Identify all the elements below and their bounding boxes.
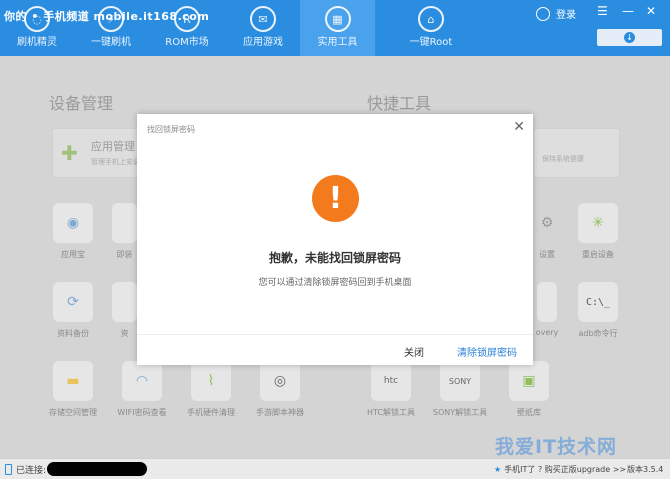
tile-sony-unlock[interactable]: SONY SONY解锁工具	[430, 361, 490, 418]
nav-label: ROM市场	[165, 37, 209, 48]
close-icon[interactable]: ✕	[513, 119, 525, 135]
tile-label: 手游脚本神器	[256, 408, 304, 417]
sony-icon: SONY	[440, 361, 480, 401]
tile-wallpaper[interactable]: ▣ 壁纸库	[499, 361, 559, 418]
login-label: 登录	[556, 10, 576, 21]
close-button[interactable]: 关闭	[404, 344, 424, 359]
card-title: 应用管理	[91, 140, 135, 153]
dialog-message: 抱歉，未能找回锁屏密码	[268, 251, 401, 265]
exclamation-icon: !	[312, 175, 359, 222]
tile-game-script[interactable]: ◎ 手游脚本神器	[250, 361, 310, 418]
tile-install[interactable]: 即装	[112, 203, 137, 260]
tile-label: HTC解锁工具	[366, 408, 416, 417]
card-subtitle: 保持系统健康	[542, 155, 584, 163]
tile-label: overy	[535, 328, 559, 337]
card-subtitle: 管理手机上安装	[91, 158, 140, 166]
status-bar: 已连接: ★ 手机IT了 ? 购买正版upgrade >> 版本3.5.4	[0, 458, 670, 479]
settings-icon: ⚙	[540, 215, 554, 231]
user-icon	[536, 6, 550, 21]
tile-adb[interactable]: C:\_ adb命令行	[568, 282, 628, 339]
tile-wifi[interactable]: ◠ WIFI密码查看	[112, 361, 172, 418]
nav-label: 一键刷机	[91, 37, 131, 48]
recover-lock-password-dialog: 找回锁屏密码 ✕ ! 抱歉，未能找回锁屏密码 您可以通过清除锁屏密码回到手机桌面…	[137, 114, 533, 365]
star-icon: ★	[494, 465, 502, 474]
tile-recovery[interactable]: overy	[533, 282, 561, 337]
nav-item-apps-games[interactable]: ✉ 应用游戏	[226, 0, 300, 56]
tile-app-store[interactable]: ◉ 应用宝	[43, 203, 103, 260]
dialog-title: 找回锁屏密码	[147, 125, 195, 134]
tile-label: 即装	[116, 250, 133, 259]
status-right-text: 手机IT了 ? 购买正版upgrade >>	[504, 465, 627, 474]
nav-item-utilities[interactable]: ▦ 实用工具	[300, 0, 375, 56]
nav-label: 实用工具	[317, 37, 358, 48]
download-button[interactable]: ↓	[597, 29, 662, 46]
recovery-icon	[537, 282, 557, 322]
terminal-icon: C:\_	[578, 282, 618, 322]
tile-cleanup[interactable]: ⌇ 手机硬件清理	[181, 361, 241, 418]
dialog-footer: 关闭 清除锁屏密码	[137, 334, 533, 365]
top-nav-bar: ◌ 刷机精灵 ⚡ 一键刷机 R ROM市场 ✉ 应用游戏 ▦ 实用工具 ⌂ 一键…	[0, 0, 670, 56]
minimize-icon[interactable]: —	[622, 4, 634, 18]
broom-icon: ⌇	[191, 361, 231, 401]
tile-label: 资	[120, 329, 129, 338]
nav-label: 刷机精灵	[17, 37, 57, 48]
tile-restore[interactable]: 资	[112, 282, 137, 339]
version-label: 版本3.5.4	[627, 465, 664, 474]
close-window-icon[interactable]: ✕	[646, 4, 656, 18]
tile-label: 手机硬件清理	[187, 408, 235, 417]
nav-item-one-key-root[interactable]: ⌂ 一键Root	[375, 0, 487, 56]
restart-icon: ✳	[578, 203, 618, 243]
tile-label: 存储空间管理	[49, 408, 97, 417]
clear-lock-password-button[interactable]: 清除锁屏密码	[457, 344, 517, 359]
tile-htc-unlock[interactable]: htc HTC解锁工具	[361, 361, 421, 418]
phone-icon	[5, 464, 12, 475]
image-icon: ▣	[509, 361, 549, 401]
install-icon	[112, 203, 137, 243]
brand-watermark: 我爱IT技术网	[495, 436, 618, 458]
tile-label: 壁纸库	[517, 408, 541, 417]
app-management-card[interactable]: ✚ 应用管理 管理手机上安装	[52, 128, 142, 178]
tile-storage[interactable]: ▬ 存储空间管理	[43, 361, 103, 418]
status-right[interactable]: ★ 手机IT了 ? 购买正版upgrade >>	[494, 464, 626, 475]
menu-icon[interactable]: ☰	[597, 4, 608, 18]
site-watermark: 你的 • 手机频道 mobile.it168.com	[4, 10, 210, 23]
root-icon: ⌂	[418, 6, 444, 32]
quick-tools-title: 快捷工具	[367, 94, 432, 113]
tile-label: SONY解锁工具	[432, 408, 488, 417]
wifi-icon: ◠	[122, 361, 162, 401]
backup-icon: ⟳	[53, 282, 93, 322]
nav-label: 一键Root	[409, 37, 453, 48]
device-management-title: 设备管理	[49, 94, 114, 113]
tile-label: 资料备份	[57, 329, 89, 338]
tile-label: WIFI密码查看	[117, 408, 167, 417]
puzzle-icon: ✚	[61, 141, 78, 165]
download-icon: ↓	[624, 32, 635, 43]
folder-icon: ▬	[53, 361, 93, 401]
dialog-sub-message: 您可以通过清除锁屏密码回到手机桌面	[258, 278, 412, 288]
tile-restart[interactable]: ✳ 重启设备	[568, 203, 628, 260]
login-button[interactable]: 登录	[536, 6, 576, 21]
tile-data-backup[interactable]: ⟳ 资料备份	[43, 282, 103, 339]
nav-label: 应用游戏	[243, 37, 283, 48]
grid-icon: ▦	[324, 6, 351, 32]
tile-label: 重启设备	[582, 250, 614, 259]
redacted-device-name	[47, 462, 147, 476]
gamepad-icon: ◎	[260, 361, 300, 401]
app-store-icon: ◉	[53, 203, 93, 243]
system-health-card[interactable]: 保持系统健康	[533, 128, 620, 178]
connected-label: 已连接:	[16, 466, 47, 476]
tile-settings[interactable]: ⚙ 设置	[533, 203, 561, 260]
restore-icon	[112, 282, 137, 322]
tile-label: 设置	[539, 250, 555, 259]
connection-status: 已连接:	[5, 463, 46, 476]
htc-icon: htc	[371, 361, 411, 401]
tile-label: 应用宝	[61, 250, 85, 259]
mail-icon: ✉	[250, 6, 276, 32]
tile-label: adb命令行	[578, 329, 618, 338]
